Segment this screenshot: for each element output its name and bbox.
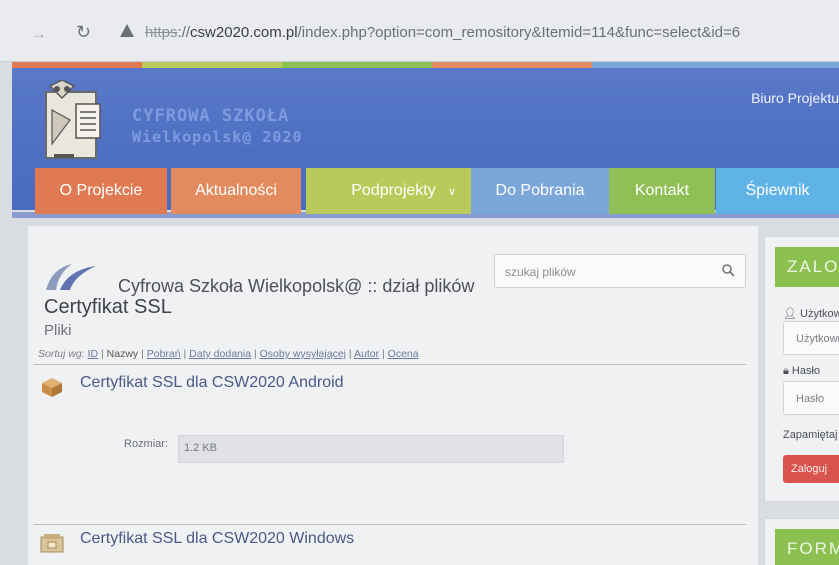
search-icon[interactable]: [721, 263, 735, 277]
package-icon: [42, 378, 62, 397]
password-label-text: Hasło: [791, 365, 821, 377]
tab-o-projekcie[interactable]: O Projekcie: [35, 168, 167, 214]
lock-icon: 🔒︎: [783, 365, 789, 377]
file-size-label: Rozmiar:: [124, 438, 169, 450]
tab-label: Śpiewnik: [745, 182, 810, 199]
form-panel: FORMULARZ: [764, 518, 839, 565]
sort-by-downloads-link[interactable]: Pobrań: [147, 348, 181, 360]
color-stripe: [12, 62, 142, 68]
remember-me-label[interactable]: Zapamiętaj: [783, 429, 837, 441]
tab-label: Do Pobrania: [495, 182, 585, 199]
sort-by-rating-link[interactable]: Ocena: [388, 348, 419, 360]
sort-by-submitter-link[interactable]: Osoby wysyłającej: [260, 348, 346, 360]
tab-label: O Projekcie: [59, 182, 143, 199]
login-panel: ZALOGUJ 👤︎ Użytkownik 🔒︎ Hasło Zapamięta…: [764, 236, 839, 502]
divider: [34, 364, 746, 365]
main-content: Cyfrowa Szkoła Wielkopolsk@ :: dział pli…: [28, 226, 758, 565]
color-stripe: [432, 62, 592, 68]
biuro-projektu-link[interactable]: Biuro Projektu: [751, 90, 839, 106]
sort-by-id-link[interactable]: ID: [88, 348, 99, 360]
color-stripe: [592, 62, 839, 68]
sort-by-name-current[interactable]: Nazwy: [107, 348, 139, 360]
sort-label: Sortuj wg:: [38, 348, 85, 360]
color-stripe: [142, 62, 282, 68]
file-search-input[interactable]: [505, 263, 705, 281]
tab-label: Aktualności: [195, 182, 277, 199]
user-icon: 👤︎: [783, 308, 797, 320]
url-path: /index.php?option=com_remository&Itemid=…: [297, 24, 741, 41]
username-input[interactable]: [796, 332, 839, 346]
tab-label: Kontakt: [634, 182, 690, 199]
not-secure-warning-icon[interactable]: [120, 24, 134, 37]
sort-by-author-link[interactable]: Autor: [354, 348, 379, 360]
file-size-value: 1.2 KB: [184, 442, 218, 454]
username-field-box: [783, 321, 839, 355]
sort-by-date-link[interactable]: Daty dodania: [189, 348, 251, 360]
form-panel-title: FORMULARZ: [775, 529, 839, 565]
page-title: Certyfikat SSL: [44, 296, 172, 318]
username-label-text: Użytkownik: [800, 308, 839, 320]
login-panel-title: ZALOGUJ: [775, 247, 839, 287]
browser-toolbar: → ↻ https://csw2020.com.pl/index.php?opt…: [0, 0, 839, 62]
reload-icon[interactable]: ↻: [76, 22, 91, 43]
password-label: 🔒︎ Hasło: [783, 365, 820, 378]
archive-icon: [40, 534, 64, 553]
tab-label: Podprojekty: [351, 182, 436, 199]
chevron-down-icon: ∨: [447, 185, 456, 198]
username-label: 👤︎ Użytkownik: [783, 307, 839, 320]
site-logo-icon[interactable]: [40, 80, 110, 162]
tab-aktualnosci[interactable]: Aktualności: [171, 168, 301, 214]
tab-spiewnik[interactable]: Śpiewnik: [716, 168, 839, 214]
tab-do-pobrania[interactable]: Do Pobrania: [471, 168, 609, 214]
login-button[interactable]: Zaloguj: [783, 455, 839, 483]
logo-title: CYFROWA SZKOŁA: [132, 106, 290, 126]
repository-logo-icon: [46, 264, 96, 290]
sort-bar: Sortuj wg: ID | Nazwy | Pobrań | Daty do…: [38, 348, 419, 360]
url-scheme: https: [145, 24, 178, 41]
file-search-box: [494, 254, 746, 288]
url-separator: ://: [177, 24, 191, 41]
logo-subtitle: Wielkopolsk@ 2020: [132, 128, 303, 146]
repository-title: Cyfrowa Szkoła Wielkopolsk@ :: dział pli…: [118, 276, 475, 296]
file-size-field: 1.2 KB: [178, 435, 564, 463]
file-title-link[interactable]: Certyfikat SSL dla CSW2020 Android: [80, 374, 344, 392]
file-title-link[interactable]: Certyfikat SSL dla CSW2020 Windows: [80, 530, 354, 548]
password-input[interactable]: [796, 392, 839, 406]
url-host: csw2020.com.pl: [190, 24, 298, 41]
divider: [34, 524, 746, 525]
tab-kontakt[interactable]: Kontakt: [609, 168, 715, 214]
address-bar[interactable]: https://csw2020.com.pl/index.php?option=…: [145, 24, 740, 41]
page-subtitle: Pliki: [44, 322, 72, 339]
password-field-box: [783, 381, 839, 415]
color-stripe: [282, 62, 432, 68]
back-arrow-icon[interactable]: →: [30, 24, 47, 44]
